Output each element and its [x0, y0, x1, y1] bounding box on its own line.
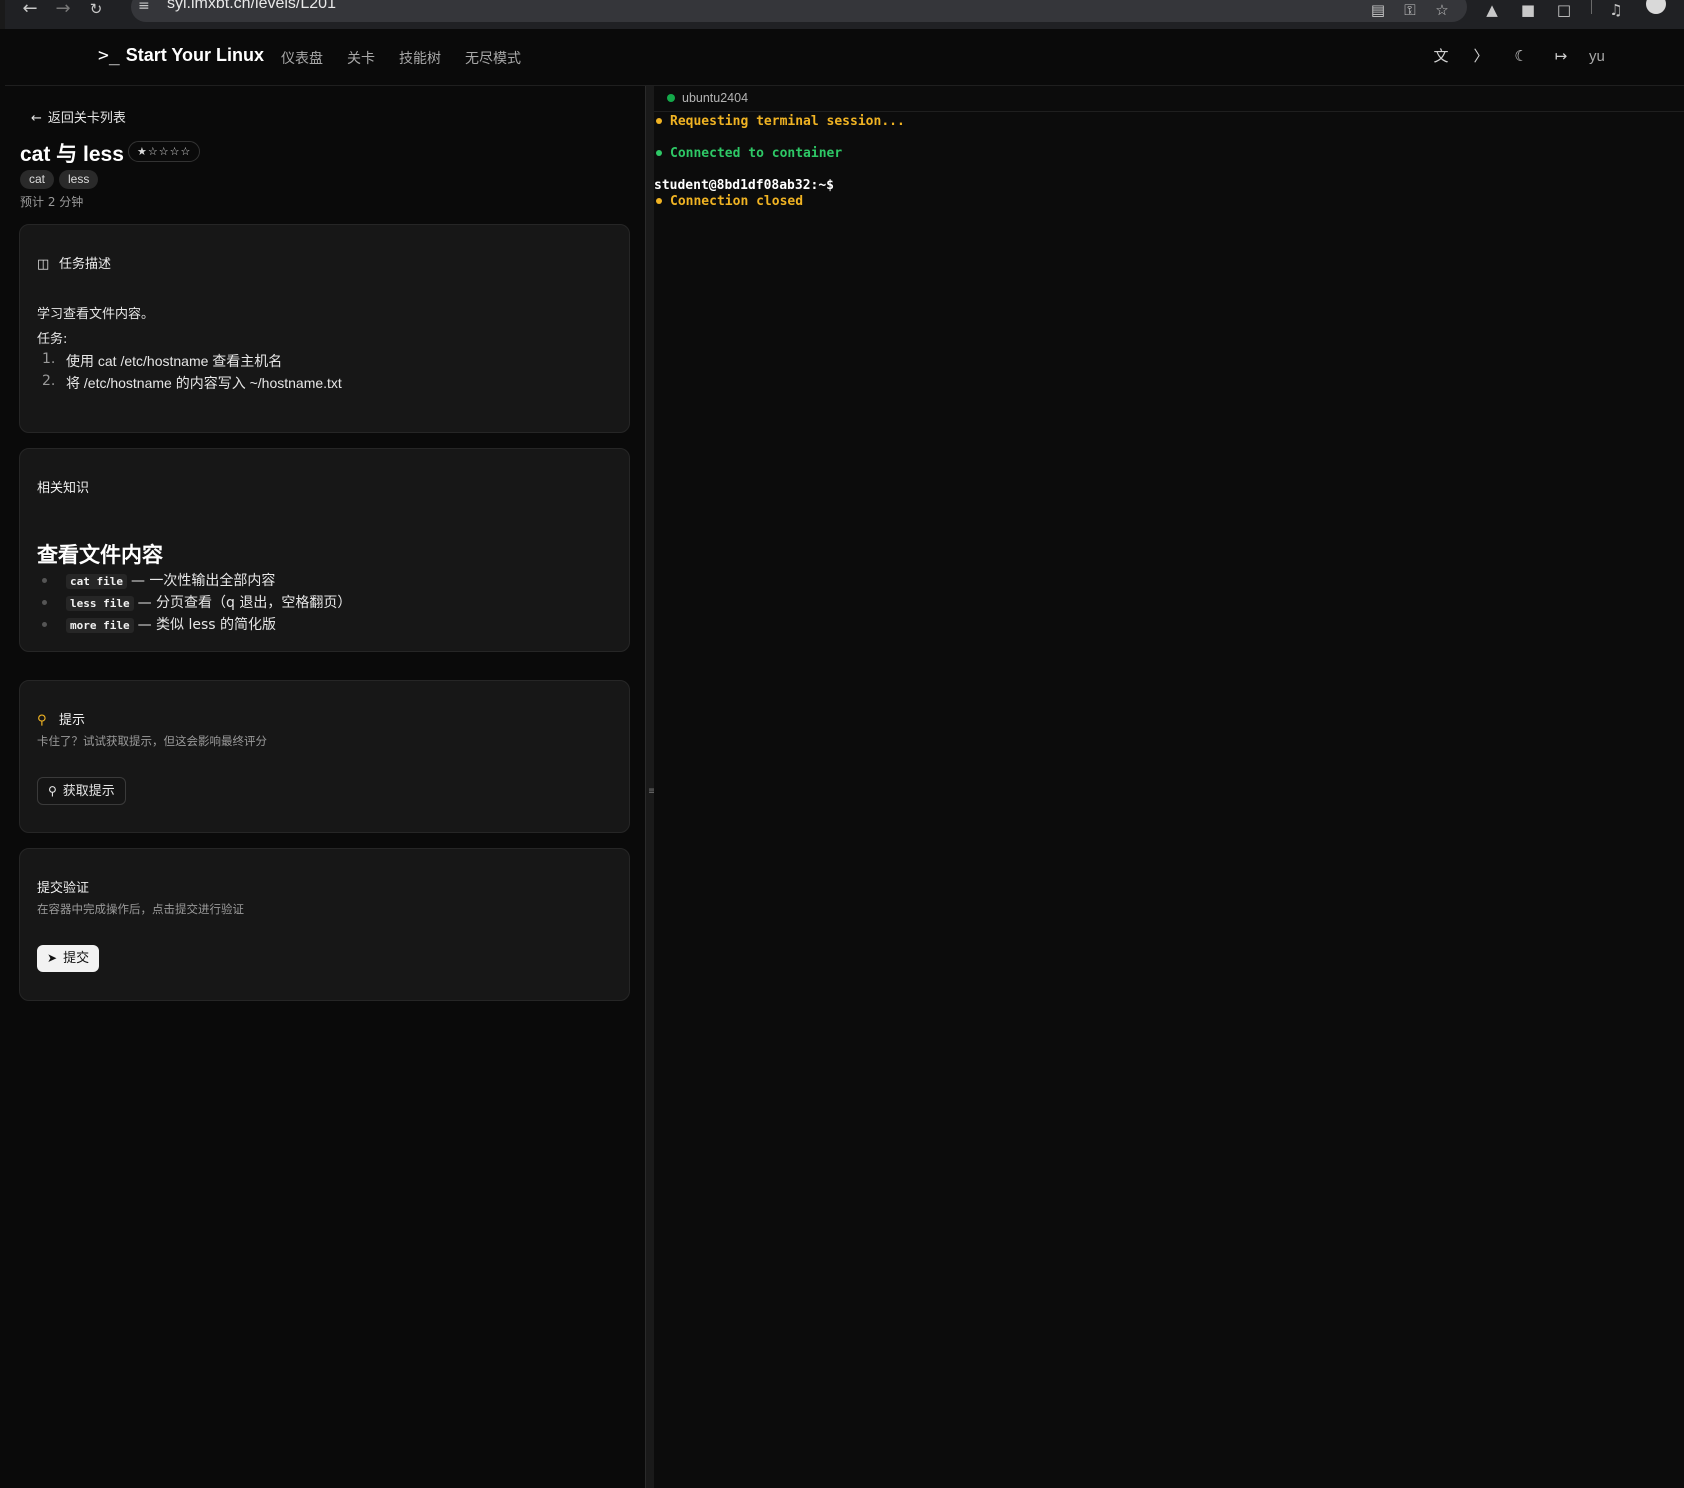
command-code: less file — [66, 596, 134, 611]
username[interactable]: yu — [1589, 48, 1605, 65]
list-bullet — [42, 600, 47, 605]
submit-button[interactable]: ➤ 提交 — [37, 945, 100, 972]
hint-description: 卡住了？试试获取提示，但这会影响最终评分 — [37, 734, 267, 748]
site-name: Start Your Linux — [125, 45, 265, 65]
tag-less: less — [59, 170, 99, 189]
command-code: more file — [66, 618, 134, 633]
task-label: 任务: — [37, 332, 68, 347]
key-icon[interactable]: ⚿ — [1401, 1, 1419, 19]
nav-skill-tree[interactable]: 技能树 — [399, 48, 441, 68]
moon-icon[interactable]: ☾ — [1511, 46, 1531, 66]
nav-dashboard[interactable]: 仪表盘 — [281, 48, 323, 68]
connection-status-dot — [667, 94, 675, 102]
toolbar-separator — [1591, 0, 1592, 14]
knowledge-heading: 相关知识 — [37, 481, 90, 496]
status-dot — [656, 117, 662, 124]
book-icon: ◫ — [37, 257, 50, 272]
task-heading: ◫ 任务描述 — [37, 257, 112, 272]
estimated-time: 预计 2 分钟 — [20, 195, 84, 209]
difficulty-badge: ★☆☆☆☆ — [128, 141, 201, 162]
list-bullet — [42, 622, 47, 627]
knowledge-item: less file — 分页查看（q 退出，空格翻页） — [66, 592, 351, 612]
logout-icon[interactable]: ↦ — [1551, 46, 1571, 66]
terminal-prompt-icon: >_ — [98, 45, 120, 66]
step-number: 2. — [42, 373, 56, 389]
task-step: 将 /etc/hostname 的内容写入 ~/hostname.txt — [66, 375, 342, 391]
translate-page-icon[interactable]: ▤ — [1369, 1, 1387, 19]
panel-resize-handle[interactable]: ≡ — [645, 86, 656, 1488]
submit-card: 提交验证 在容器中完成操作后，点击提交进行验证 ➤ 提交 — [19, 848, 630, 1001]
reload-icon[interactable]: ↻ — [85, 1, 107, 21]
get-hint-button[interactable]: ⚲ 获取提示 — [37, 777, 126, 805]
list-bullet — [42, 578, 47, 583]
extension-icon[interactable]: ■ — [1519, 1, 1537, 19]
knowledge-subheading: 查看文件内容 — [37, 543, 163, 567]
send-icon: ➤ — [47, 951, 58, 965]
command-code: cat file — [66, 574, 127, 589]
bookmark-star-icon[interactable]: ☆ — [1433, 1, 1451, 19]
puzzle-icon[interactable]: □ — [1555, 1, 1573, 19]
url-text[interactable]: syl.imxbt.cn/levels/L201 — [167, 0, 336, 13]
submit-description: 在容器中完成操作后，点击提交进行验证 — [37, 902, 244, 916]
hint-card: ⚲ 提示 卡住了？试试获取提示，但这会影响最终评分 ⚲ 获取提示 — [19, 680, 630, 833]
profile-avatar[interactable] — [1646, 0, 1666, 14]
terminal-line: Requesting terminal session... — [654, 114, 905, 129]
task-card: ◫ 任务描述 学习查看文件内容。 任务: 1. 使用 cat /etc/hostn… — [19, 224, 630, 433]
task-step: 使用 cat /etc/hostname 查看主机名 — [66, 353, 283, 369]
hint-heading: ⚲ 提示 — [37, 713, 86, 728]
task-intro: 学习查看文件内容。 — [37, 307, 155, 322]
site-logo[interactable]: >_ Start Your Linux — [98, 45, 264, 66]
status-dot — [656, 149, 662, 156]
lightbulb-icon: ⚲ — [48, 784, 57, 798]
submit-heading: 提交验证 — [37, 881, 90, 896]
site-info-icon[interactable]: ≡ — [138, 0, 150, 14]
tag-cat: cat — [20, 170, 55, 189]
nav-endless-mode[interactable]: 无尽模式 — [465, 48, 521, 68]
terminal-line: Connected to container — [654, 146, 842, 161]
knowledge-item: more file — 类似 less 的简化版 — [66, 614, 276, 634]
app-header: >_ Start Your Linux 仪表盘 关卡 技能树 无尽模式 文 〉 ☾… — [5, 29, 1684, 86]
level-title: cat 与 less — [20, 143, 124, 166]
terminal-panel[interactable]: ubuntu2404 Requesting terminal session..… — [654, 86, 1684, 1488]
browser-toolbar: ← → ↻ ≡ syl.imxbt.cn/levels/L201 ▤ ⚿ ☆ ▲… — [0, 0, 1684, 29]
knowledge-item: cat file — 一次性输出全部内容 — [66, 570, 275, 590]
level-panel: ← 返回关卡列表 cat 与 less ★☆☆☆☆ cat less 预计 2 分… — [5, 86, 645, 1488]
status-dot — [656, 197, 662, 204]
container-name: ubuntu2404 — [682, 91, 749, 105]
step-number: 1. — [42, 351, 56, 367]
terminal-prompt: student@8bd1df08ab32:~$ — [654, 178, 835, 193]
knowledge-card: 相关知识 查看文件内容 cat file — 一次性输出全部内容 less fil… — [19, 448, 630, 652]
terminal-header: ubuntu2404 — [654, 86, 1684, 112]
back-arrow-icon[interactable]: ← — [19, 0, 41, 21]
language-icon[interactable]: 文 — [1431, 46, 1451, 66]
terminal-line: Connection closed — [654, 194, 803, 209]
arrow-left-icon: ← — [31, 111, 42, 126]
extension-shield-icon[interactable]: ▲ — [1483, 1, 1501, 19]
back-label: 返回关卡列表 — [47, 111, 126, 126]
back-to-levels-link[interactable]: ← 返回关卡列表 — [31, 107, 126, 126]
terminal-icon[interactable]: 〉 — [1471, 46, 1491, 66]
media-control-icon[interactable]: ♫ — [1607, 1, 1625, 19]
nav-levels[interactable]: 关卡 — [347, 48, 375, 68]
forward-arrow-icon[interactable]: → — [52, 0, 74, 21]
lightbulb-icon: ⚲ — [37, 713, 47, 728]
